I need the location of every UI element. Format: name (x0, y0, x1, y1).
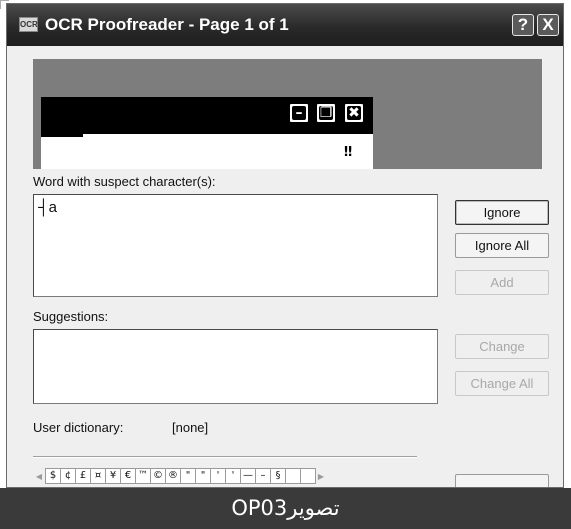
close-icon: ✖ (343, 102, 365, 124)
image-caption: OP03تصویر (0, 488, 571, 529)
suspect-word: ┤a (38, 199, 57, 216)
char-cell[interactable]: ' (210, 468, 226, 484)
restore-icon: ❐ (315, 102, 337, 124)
char-cell[interactable]: § (270, 468, 286, 484)
char-cell[interactable]: – (255, 468, 271, 484)
scroll-left-icon[interactable]: ◀ (33, 472, 45, 481)
app-icon: OCR (19, 17, 38, 32)
char-cell[interactable] (285, 468, 301, 484)
window-title: OCR Proofreader - Page 1 of 1 (45, 15, 289, 34)
char-cell[interactable]: ' (225, 468, 241, 484)
more-button[interactable] (455, 474, 549, 487)
char-cell[interactable]: ¥ (105, 468, 121, 484)
suspect-mark: ‼ (344, 145, 353, 160)
suspect-label: Word with suspect character(s): (33, 174, 216, 189)
user-dictionary-value[interactable]: [none] (172, 420, 208, 435)
char-cell[interactable]: " (180, 468, 196, 484)
scroll-right-icon[interactable]: ▶ (315, 472, 327, 481)
suspect-word-field[interactable]: ┤a (33, 194, 438, 297)
add-button[interactable]: Add (455, 270, 549, 295)
char-cell[interactable]: £ (75, 468, 91, 484)
char-cell[interactable]: ¢ (60, 468, 76, 484)
ignore-button[interactable]: Ignore (455, 200, 549, 225)
ignore-all-button[interactable]: Ignore All (455, 233, 549, 258)
minimize-icon: – (288, 102, 310, 124)
change-all-button[interactable]: Change All (455, 371, 549, 396)
divider (33, 456, 417, 458)
preview-snippet: – ❐ ✖ ‼ (41, 97, 373, 169)
char-cell[interactable]: ¤ (90, 468, 106, 484)
suggestions-list[interactable] (33, 329, 438, 404)
char-cell[interactable]: — (240, 468, 256, 484)
suggestions-label: Suggestions: (33, 309, 109, 324)
char-cell[interactable]: ® (165, 468, 181, 484)
help-button[interactable]: ? (512, 14, 534, 36)
char-cell[interactable]: $ (45, 468, 61, 484)
char-cell[interactable]: " (195, 468, 211, 484)
snippet-notch (41, 134, 83, 137)
user-dictionary-label: User dictionary: (33, 420, 124, 435)
close-button[interactable]: X (537, 14, 559, 36)
title-bar: OCR OCR Proofreader - Page 1 of 1 ? X (7, 4, 563, 46)
char-cell[interactable]: © (150, 468, 166, 484)
char-cell[interactable]: € (120, 468, 136, 484)
page-preview: – ❐ ✖ ‼ (33, 59, 542, 169)
change-button[interactable]: Change (455, 334, 549, 359)
char-cell[interactable]: ™ (135, 468, 151, 484)
char-cell[interactable] (300, 468, 316, 484)
special-character-bar: ◀ $ ¢ £ ¤ ¥ € ™ © ® " " ' ' — – § ▶ (33, 466, 419, 486)
ocr-proofreader-dialog: OCR OCR Proofreader - Page 1 of 1 ? X – … (6, 3, 564, 488)
